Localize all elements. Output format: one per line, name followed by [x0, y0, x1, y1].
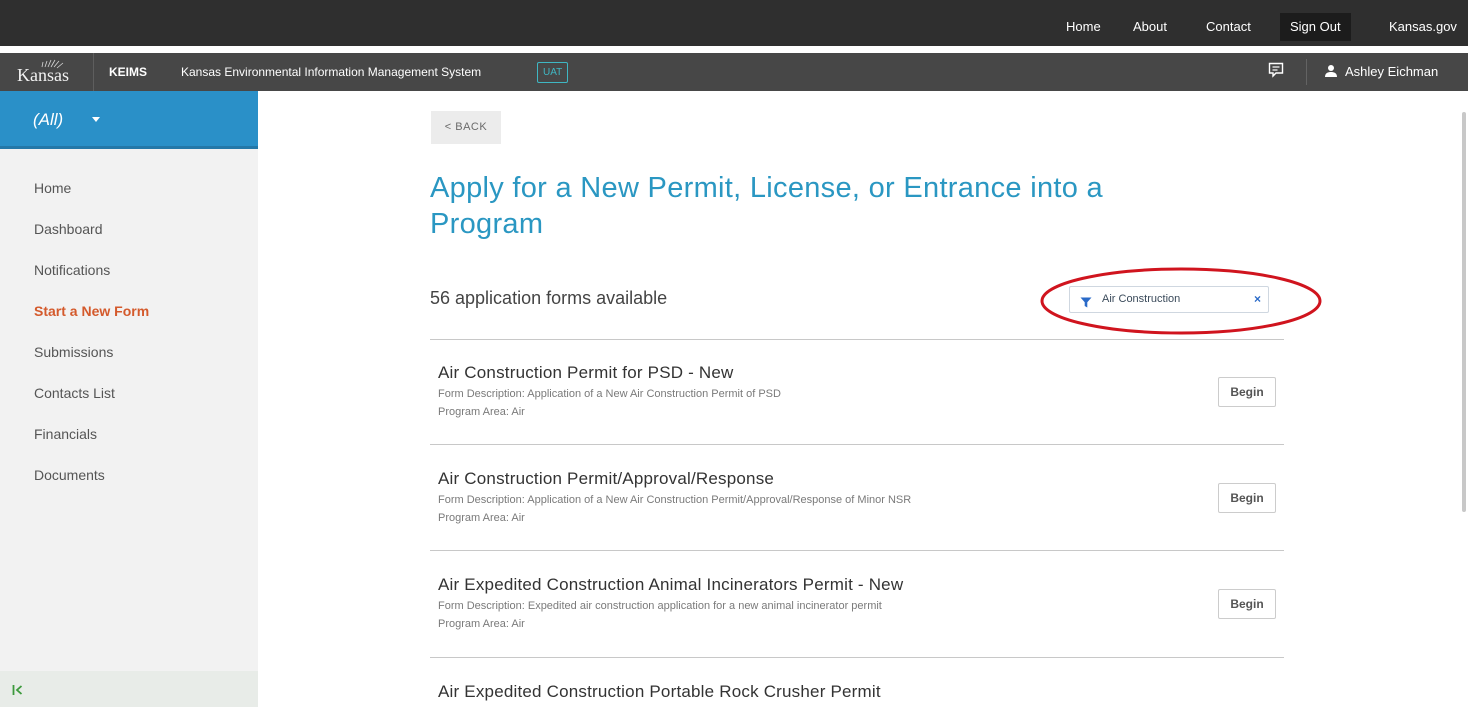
- logo-text: Kansas: [17, 65, 69, 85]
- program-filter-label: (All): [33, 110, 64, 129]
- header-divider-right: [1306, 59, 1307, 85]
- begin-button[interactable]: Begin: [1218, 589, 1276, 619]
- begin-button[interactable]: Begin: [1218, 377, 1276, 407]
- active-filter-chip[interactable]: Air Construction ×: [1069, 286, 1269, 313]
- form-program-area: Program Area: Air: [438, 406, 525, 418]
- clear-filter-icon[interactable]: ×: [1254, 287, 1261, 312]
- form-description: Form Description: Application of a New A…: [438, 494, 912, 506]
- sidebar-item-submissions[interactable]: Submissions: [34, 344, 113, 360]
- kansas-gov-link[interactable]: Kansas.gov: [1389, 0, 1457, 46]
- form-program-area: Program Area: Air: [438, 618, 525, 630]
- environment-badge: UAT: [537, 62, 569, 83]
- top-utility-bar: Home About Contact Sign Out Kansas.gov: [0, 0, 1468, 46]
- form-description: Form Description: Application of a New A…: [438, 388, 781, 400]
- available-forms-count: 56 application forms available: [430, 288, 668, 308]
- user-icon[interactable]: [1324, 64, 1338, 83]
- page-scrollbar-thumb[interactable]: [1462, 112, 1466, 512]
- top-nav-about-link[interactable]: About: [1133, 0, 1167, 46]
- app-full-name: Kansas Environmental Information Managem…: [181, 65, 482, 79]
- list-divider: [430, 444, 1284, 445]
- back-button[interactable]: < BACK: [431, 111, 501, 144]
- sidebar-item-contacts-list[interactable]: Contacts List: [34, 385, 115, 401]
- kansas-logo[interactable]: Kansas: [17, 53, 87, 91]
- sidebar-item-notifications[interactable]: Notifications: [34, 262, 110, 278]
- sidebar-item-financials[interactable]: Financials: [34, 426, 97, 442]
- sidebar-item-home[interactable]: Home: [34, 180, 71, 196]
- top-nav-home-link[interactable]: Home: [1066, 0, 1101, 46]
- form-title: Air Expedited Construction Portable Rock…: [438, 682, 881, 701]
- sign-out-button[interactable]: Sign Out: [1280, 13, 1351, 41]
- app-abbreviation[interactable]: KEIMS: [109, 53, 147, 91]
- chevron-down-icon: [92, 117, 100, 122]
- list-divider: [430, 550, 1284, 551]
- form-program-area: Program Area: Air: [438, 512, 525, 524]
- program-filter-dropdown[interactable]: (All): [0, 91, 258, 149]
- sidebar-item-start-new-form[interactable]: Start a New Form: [34, 303, 149, 319]
- active-filter-label: Air Construction: [1102, 293, 1181, 305]
- top-nav-contact-link[interactable]: Contact: [1206, 0, 1251, 46]
- filter-funnel-icon: [1080, 295, 1092, 313]
- list-divider: [430, 339, 1284, 340]
- sidebar: (All) Home Dashboard Notifications Start…: [0, 91, 258, 707]
- sidebar-item-documents[interactable]: Documents: [34, 467, 105, 483]
- user-name-link[interactable]: Ashley Eichman: [1345, 53, 1438, 91]
- list-divider: [430, 657, 1284, 658]
- kansas-logo-icon: Kansas: [17, 59, 69, 85]
- collapse-sidebar-icon[interactable]: [12, 683, 24, 701]
- form-description: Form Description: Expedited air construc…: [438, 600, 882, 612]
- begin-button[interactable]: Begin: [1218, 483, 1276, 513]
- sidebar-item-dashboard[interactable]: Dashboard: [34, 221, 103, 237]
- feedback-chat-icon[interactable]: [1268, 62, 1284, 83]
- header-divider: [93, 53, 94, 91]
- form-title: Air Construction Permit/Approval/Respons…: [438, 469, 775, 488]
- app-header-bar: Kansas KEIMS Kansas Environmental Inform…: [0, 53, 1468, 91]
- page-title: Apply for a New Permit, License, or Entr…: [430, 172, 1103, 240]
- form-title: Air Expedited Construction Animal Incine…: [438, 575, 904, 594]
- sidebar-footer: [0, 671, 258, 707]
- form-title: Air Construction Permit for PSD - New: [438, 363, 734, 382]
